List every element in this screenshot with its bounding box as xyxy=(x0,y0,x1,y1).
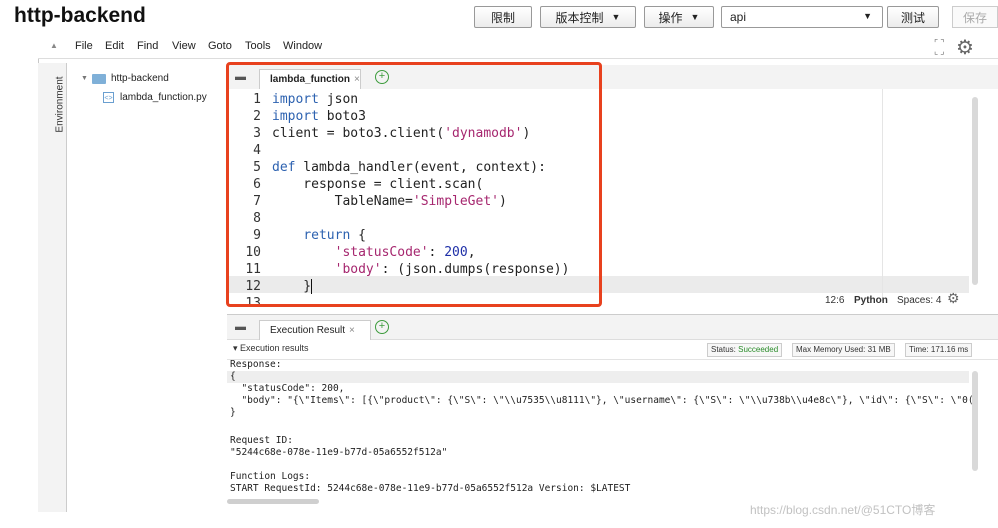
code-line: TableName='SimpleGet') xyxy=(272,194,507,209)
output-line: { xyxy=(230,371,236,382)
menu-window[interactable]: Window xyxy=(283,40,322,52)
gear-icon[interactable]: ⚙ xyxy=(956,35,974,60)
line-number: 5 xyxy=(253,160,261,175)
execution-output: Response:{ "statusCode": 200, "body": "{… xyxy=(227,359,998,499)
status-badge: Status: Succeeded xyxy=(707,343,783,357)
output-line: "5244c68e-078e-11e9-b77d-05a6552f512a" xyxy=(230,447,448,458)
code-line: def lambda_handler(event, context): xyxy=(272,160,546,175)
line-number: 6 xyxy=(253,177,261,192)
output-scrollbar[interactable] xyxy=(972,371,978,471)
test-button[interactable]: 测试 xyxy=(887,6,939,28)
close-icon[interactable]: × xyxy=(349,325,355,336)
result-tab-bar: ▬ Execution Result × + xyxy=(227,314,998,340)
time-badge: Time: 171.16 ms xyxy=(905,343,973,357)
folder-icon xyxy=(91,73,106,84)
caret-down-icon: ▼ xyxy=(690,12,700,22)
environment-rail[interactable]: Environment xyxy=(38,63,67,512)
folder-label: http-backend xyxy=(110,73,169,84)
line-gutter: 1 2 3 4 5 6 7 8 9 10 11 12 13 xyxy=(227,89,261,311)
fullscreen-icon[interactable]: ⌜⌝ ⌞⌟ xyxy=(934,39,946,56)
caret-down-icon: ▼ xyxy=(863,11,872,21)
tab-lambda-function[interactable]: lambda_function × xyxy=(259,69,361,89)
execution-results-header: ▾ Execution results Status: Succeeded Ma… xyxy=(227,339,998,360)
output-line-highlight xyxy=(227,371,969,383)
menu-tools[interactable]: Tools xyxy=(245,40,271,52)
language-mode[interactable]: Python xyxy=(854,295,888,306)
menu-find[interactable]: Find xyxy=(137,40,158,52)
output-line: "body": "{\"Items\": [{\"product\": {\"S… xyxy=(230,395,974,406)
output-line: Function Logs: xyxy=(230,471,311,482)
cursor-position: 12:6 xyxy=(825,295,845,306)
collapse-icon[interactable]: ▲ xyxy=(50,41,58,50)
add-tab-icon[interactable]: + xyxy=(375,70,389,84)
code-editor[interactable]: 1 2 3 4 5 6 7 8 9 10 11 12 13 import json import boto… xyxy=(227,89,998,311)
code-line: import boto3 xyxy=(272,109,366,124)
caret-down-icon: ▼ xyxy=(611,12,621,22)
close-icon[interactable]: × xyxy=(354,74,360,85)
tab-menu-icon[interactable]: ▬ xyxy=(235,321,246,333)
watermark: https://blog.csdn.net/@51CTO博客 xyxy=(750,503,936,517)
qualifier-select[interactable]: api ▼ xyxy=(721,6,883,28)
qualifier-value: api xyxy=(730,10,747,24)
line-number: 4 xyxy=(253,143,261,158)
tab-label: lambda_function xyxy=(270,74,351,85)
code-line: client = boto3.client('dynamodb') xyxy=(272,126,531,141)
line-number: 9 xyxy=(253,228,261,243)
output-line: } xyxy=(230,407,236,418)
menu-view[interactable]: View xyxy=(172,40,196,52)
output-line: Response: xyxy=(230,359,282,370)
output-horizontal-scrollbar[interactable] xyxy=(227,499,319,504)
menu-file[interactable]: File xyxy=(75,40,93,52)
output-line: START RequestId: 5244c68e-078e-11e9-b77d… xyxy=(230,483,631,494)
throttle-button[interactable]: 限制 xyxy=(474,6,532,28)
save-button[interactable]: 保存 xyxy=(952,6,998,28)
code-line: import json xyxy=(272,92,359,107)
line-number: 10 xyxy=(245,245,261,260)
output-line: Request ID: xyxy=(230,435,293,446)
versions-button[interactable]: 版本控制 ▼ xyxy=(540,6,636,28)
tab-menu-icon[interactable]: ▬ xyxy=(235,71,246,83)
chevron-down-icon: ▼ xyxy=(81,75,88,82)
code-line: 'statusCode': 200, xyxy=(334,245,476,260)
tree-file[interactable]: <> lambda_function.py xyxy=(103,92,207,103)
python-file-icon: <> xyxy=(103,92,114,103)
file-tree: ▼ http-backend <> lambda_function.py xyxy=(67,63,225,512)
line-number: 3 xyxy=(253,126,261,141)
editor-scrollbar[interactable] xyxy=(972,97,978,285)
line-number: 7 xyxy=(253,194,261,209)
print-margin xyxy=(882,89,883,301)
code-line: return { xyxy=(303,228,366,243)
menu-goto[interactable]: Goto xyxy=(208,40,232,52)
line-number: 2 xyxy=(253,109,261,124)
line-number: 8 xyxy=(253,211,261,226)
code-line: response = client.scan( xyxy=(272,177,484,192)
menu-bar: ▲ File Edit Find View Goto Tools Window … xyxy=(38,36,998,59)
gear-icon[interactable]: ⚙ xyxy=(947,290,960,307)
tree-folder[interactable]: ▼ http-backend xyxy=(81,73,169,84)
memory-badge: Max Memory Used: 31 MB xyxy=(792,343,895,357)
code-line: 'body': (json.dumps(response)) xyxy=(334,262,570,277)
actions-button[interactable]: 操作 ▼ xyxy=(644,6,714,28)
section-title[interactable]: ▾ Execution results xyxy=(233,343,309,354)
tab-label: Execution Result xyxy=(270,325,346,336)
top-bar: http-backend 限制 版本控制 ▼ 操作 ▼ api ▼ 测试 保存 xyxy=(0,0,998,36)
editor-tab-bar: ▬ lambda_function × + xyxy=(227,65,998,90)
file-label: lambda_function.py xyxy=(120,92,207,103)
tab-execution-result[interactable]: Execution Result × xyxy=(259,320,371,340)
line-number: 11 xyxy=(245,262,261,277)
indent-setting[interactable]: Spaces: 4 xyxy=(897,295,941,306)
add-tab-icon[interactable]: + xyxy=(375,320,389,334)
menu-edit[interactable]: Edit xyxy=(105,40,124,52)
line-number: 1 xyxy=(253,92,261,107)
environment-label: Environment xyxy=(54,76,66,133)
function-name: http-backend xyxy=(14,4,146,27)
output-line: "statusCode": 200, xyxy=(230,383,345,394)
editor-status-bar: 12:6 Python Spaces: 4 ⚙ xyxy=(227,289,998,311)
